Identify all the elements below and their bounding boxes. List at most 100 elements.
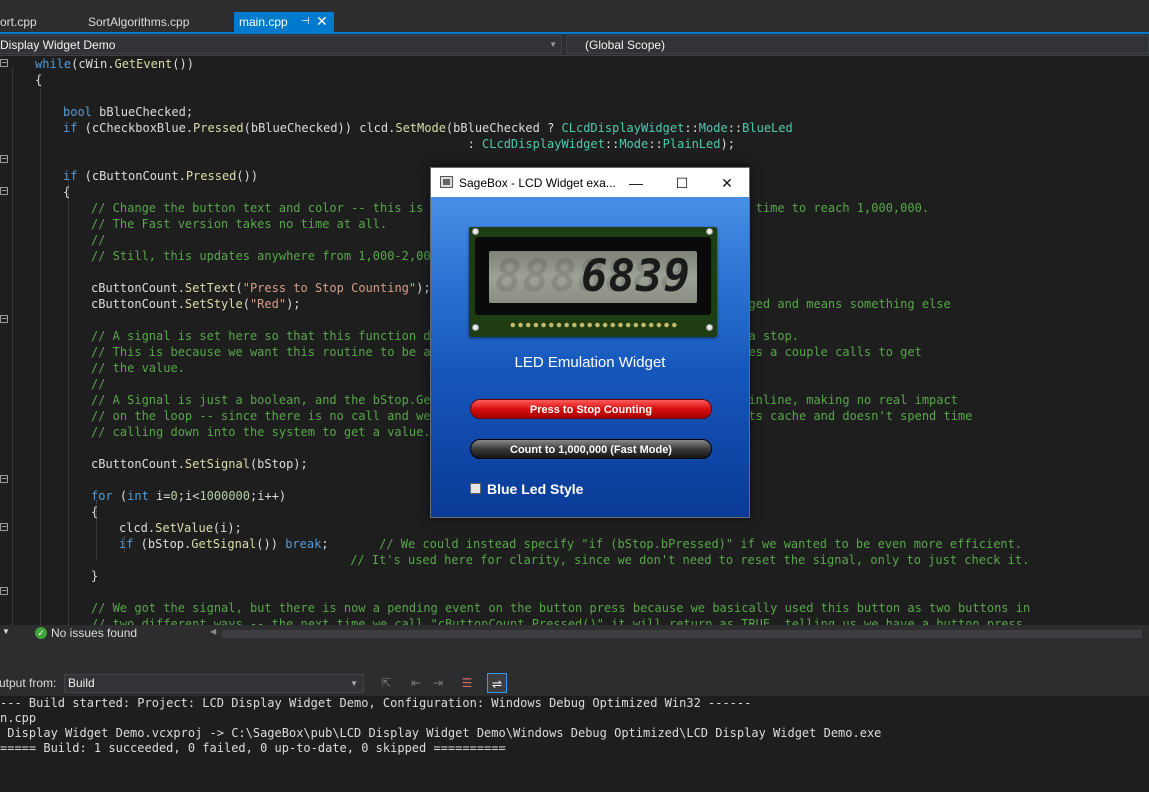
lcd-connector-pins: [509, 321, 679, 329]
lcd-screen: 8888888 6839: [489, 251, 697, 303]
code-line: {: [91, 504, 98, 520]
code-token: Mode: [619, 137, 649, 151]
code-line: if (bStop.GetSignal()) break; // We coul…: [119, 536, 1022, 552]
issues-status[interactable]: No issues found: [51, 626, 137, 640]
mount-hole: [706, 228, 713, 235]
code-line: cButtonCount.SetSignal(bStop);: [91, 456, 308, 472]
code-token: ::: [684, 121, 699, 135]
output-source-select[interactable]: Build ▼: [64, 674, 364, 693]
code-token: //: [91, 233, 106, 247]
output-text[interactable]: --- Build started: Project: LCD Display …: [0, 696, 1149, 792]
code-token: // two different ways -- the next time w…: [91, 617, 1023, 625]
blue-led-checkbox[interactable]: [470, 483, 481, 494]
code-token: {: [63, 185, 71, 199]
scope-dropdown[interactable]: (Global Scope): [566, 35, 1149, 54]
code-line: : CLcdDisplayWidget::Mode::PlainLed);: [63, 136, 735, 152]
code-line: for (int i=0;i<1000000;i++): [91, 488, 286, 504]
fold-toggle-icon[interactable]: −: [0, 587, 8, 595]
code-token: (bBlueChecked)) clcd.: [243, 121, 396, 135]
code-token: PlainLed: [662, 137, 721, 151]
editor-status-bar: ▼ ✓ No issues found ◀: [0, 625, 1149, 642]
lcd-bezel: 8888888 6839: [475, 237, 711, 315]
blue-led-checkbox-label[interactable]: Blue Led Style: [487, 481, 583, 497]
code-token: (cButtonCount.: [77, 169, 186, 183]
code-token: ()): [256, 537, 286, 551]
code-token: // the value.: [91, 361, 185, 375]
code-token: "Red": [249, 297, 287, 311]
output-line: Display Widget Demo.vcxproj -> C:\SageBo…: [0, 726, 882, 740]
close-tab-icon[interactable]: ✕: [316, 11, 328, 31]
widget-caption: LED Emulation Widget: [514, 354, 666, 371]
code-token: bool: [63, 105, 92, 119]
output-line: ===== Build: 1 succeeded, 0 failed, 0 up…: [0, 741, 506, 755]
code-token: //: [91, 377, 106, 391]
output-line: n.cpp: [0, 711, 37, 725]
code-token: :: [63, 137, 483, 151]
code-line: // the value.: [91, 360, 185, 376]
code-token: while: [35, 57, 72, 71]
fold-toggle-icon[interactable]: −: [0, 155, 8, 163]
fold-toggle-icon[interactable]: −: [0, 315, 8, 323]
pin-icon[interactable]: ⊣: [301, 12, 310, 32]
previous-message-icon[interactable]: ⇤: [406, 673, 426, 693]
document-tab-bar: ort.cpp SortAlgorithms.cpp main.cpp ⊣ ✕: [0, 0, 1149, 34]
project-dropdown[interactable]: Display Widget Demo ▼: [0, 35, 562, 54]
scroll-left-icon[interactable]: ◀: [210, 627, 216, 636]
code-token: // calling down into the system to get a…: [91, 425, 431, 439]
code-token: (bStop.: [133, 537, 192, 551]
code-token: cButtonCount.: [91, 297, 185, 311]
code-token: "Press to Stop Counting": [242, 281, 417, 295]
output-panel-header: utput from: Build ▼ ⇱ ⇤ ⇥ ☰ ⇌: [0, 642, 1149, 696]
maximize-icon[interactable]: ☐: [667, 172, 697, 194]
stop-counting-button[interactable]: Press to Stop Counting: [470, 399, 712, 419]
fast-mode-button[interactable]: Count to 1,000,000 (Fast Mode): [470, 439, 712, 459]
code-token: );: [286, 297, 301, 311]
code-token: ::: [604, 137, 620, 151]
code-line: cButtonCount.SetText("Press to Stop Coun…: [91, 280, 431, 296]
code-line: // It's used here for clarity, since we …: [119, 552, 1029, 568]
find-message-icon[interactable]: ⇱: [376, 673, 396, 693]
code-token: ::: [648, 137, 663, 151]
code-line: // Still, this updates anywhere from 1,0…: [91, 248, 438, 264]
scope-dropdown-value: (Global Scope): [585, 38, 666, 52]
mount-hole: [472, 324, 479, 331]
code-token: );: [720, 137, 735, 151]
sagebox-title-bar[interactable]: SageBox - LCD Widget exa... — ☐ ✕: [431, 168, 749, 197]
clear-all-icon[interactable]: ☰: [457, 673, 477, 693]
code-token: (cWin.: [71, 57, 115, 71]
code-line: if (cButtonCount.Pressed()): [63, 168, 258, 184]
fold-toggle-icon[interactable]: −: [0, 475, 8, 483]
tab-sortalgorithms-cpp[interactable]: SortAlgorithms.cpp: [80, 12, 197, 34]
code-token: ;: [321, 537, 380, 551]
code-token: SetMode: [395, 121, 446, 135]
fold-toggle-icon[interactable]: −: [0, 59, 8, 67]
window-title: SageBox - LCD Widget exa...: [459, 176, 616, 190]
code-token: }: [91, 569, 99, 583]
tab-main-cpp[interactable]: main.cpp ⊣ ✕: [234, 12, 334, 34]
horizontal-scrollbar[interactable]: [222, 630, 1142, 638]
code-token: );: [416, 281, 431, 295]
word-wrap-icon[interactable]: ⇌: [487, 673, 507, 693]
code-token: (: [242, 297, 250, 311]
zoom-dropdown-icon[interactable]: ▼: [2, 627, 10, 636]
next-message-icon[interactable]: ⇥: [428, 673, 448, 693]
fold-toggle-icon[interactable]: −: [0, 187, 8, 195]
tab-sort-cpp[interactable]: ort.cpp: [0, 12, 45, 34]
code-line: //: [91, 232, 105, 248]
code-token: SetText: [184, 281, 236, 295]
code-token: (bStop);: [249, 457, 308, 471]
navigation-bar: Display Widget Demo ▼ (Global Scope): [0, 34, 1149, 56]
sagebox-window[interactable]: SageBox - LCD Widget exa... — ☐ ✕ 888888…: [430, 167, 750, 518]
code-token: GetEvent: [114, 57, 173, 71]
minimize-icon[interactable]: —: [621, 172, 651, 194]
code-token: CLcdDisplayWidget: [561, 121, 685, 135]
code-token: // We could instead specify "if (bStop.b…: [379, 537, 1023, 551]
fold-toggle-icon[interactable]: −: [0, 523, 8, 531]
code-token: (: [235, 281, 243, 295]
app-icon: [440, 176, 453, 188]
code-token: // The Fast version takes no time at all…: [91, 217, 388, 231]
code-token: (cCheckboxBlue.: [77, 121, 194, 135]
close-icon[interactable]: ✕: [712, 172, 742, 194]
code-line: // calling down into the system to get a…: [91, 424, 431, 440]
